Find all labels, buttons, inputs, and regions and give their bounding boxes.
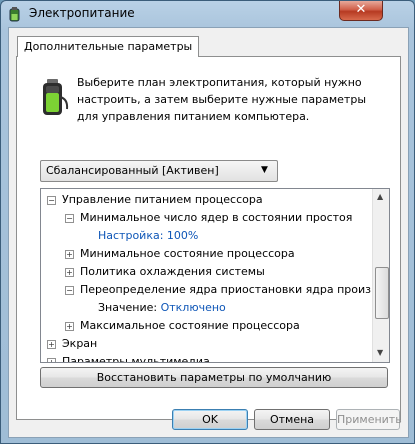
close-icon: ✕ [355, 2, 367, 17]
battery-plug-icon [43, 79, 69, 115]
setting-value-link[interactable]: Отключено [161, 301, 226, 314]
tree-item-label: Переопределение ядра приостановки ядра п… [80, 283, 390, 296]
scrollbar-thumb[interactable] [375, 267, 389, 319]
tree-item-label: Управление питанием процессора [62, 193, 263, 206]
scroll-up-icon[interactable]: ▲ [377, 192, 383, 201]
description-text: Выберите план электропитания, который ну… [77, 76, 367, 123]
settings-tree[interactable]: − Управление питанием процессора − Миним… [40, 188, 390, 363]
close-button[interactable]: ✕ [339, 1, 383, 21]
cancel-button[interactable]: Отмена [254, 409, 330, 430]
expand-icon[interactable]: + [65, 250, 74, 259]
power-plan-value: Сбалансированный [Активен] [46, 164, 219, 177]
power-options-icon [9, 7, 20, 22]
setting-value-label: Значение: [98, 301, 158, 314]
expand-icon[interactable]: + [47, 358, 56, 362]
restore-defaults-button[interactable]: Восстановить параметры по умолчанию [40, 367, 388, 388]
ok-button[interactable]: OK [172, 409, 248, 430]
collapse-icon[interactable]: − [65, 214, 74, 223]
tab-advanced-settings[interactable]: Дополнительные параметры [17, 36, 200, 57]
expand-icon[interactable]: + [65, 322, 74, 331]
tree-item-label: Максимальное состояние процессора [80, 319, 300, 332]
tree-item-label: Минимальное число ядер в состоянии прост… [80, 211, 353, 224]
tree-setting-value-row: Значение: Отключено [98, 300, 226, 316]
expand-icon[interactable]: + [47, 340, 56, 349]
scroll-down-icon[interactable]: ▼ [377, 348, 383, 357]
title-bar[interactable]: Электропитание ✕ [1, 1, 414, 27]
expand-icon[interactable]: + [65, 268, 74, 277]
tree-item-label: Минимальное состояние процессора [80, 247, 295, 260]
collapse-icon[interactable]: − [47, 196, 56, 205]
tree-item-label: Политика охлаждения системы [80, 265, 265, 278]
tree-setting-value-link[interactable]: Настройка: 100% [98, 228, 198, 244]
power-plan-select[interactable]: Сбалансированный [Активен] ▼ [40, 160, 278, 182]
vertical-scrollbar[interactable]: ▲ ▼ [372, 189, 389, 362]
tree-item-label: Экран [62, 337, 98, 350]
dialog-client: Дополнительные параметры Выберите план э… [8, 27, 409, 438]
collapse-icon[interactable]: − [65, 286, 74, 295]
chevron-down-icon: ▼ [261, 165, 268, 175]
advanced-settings-panel: Выберите план электропитания, который ну… [16, 56, 401, 420]
apply-button: Применить [336, 409, 402, 430]
power-options-window: Электропитание ✕ Дополнительные параметр… [0, 0, 415, 444]
window-title: Электропитание [29, 6, 135, 20]
tree-item-label: Параметры мультимедиа [62, 355, 210, 363]
